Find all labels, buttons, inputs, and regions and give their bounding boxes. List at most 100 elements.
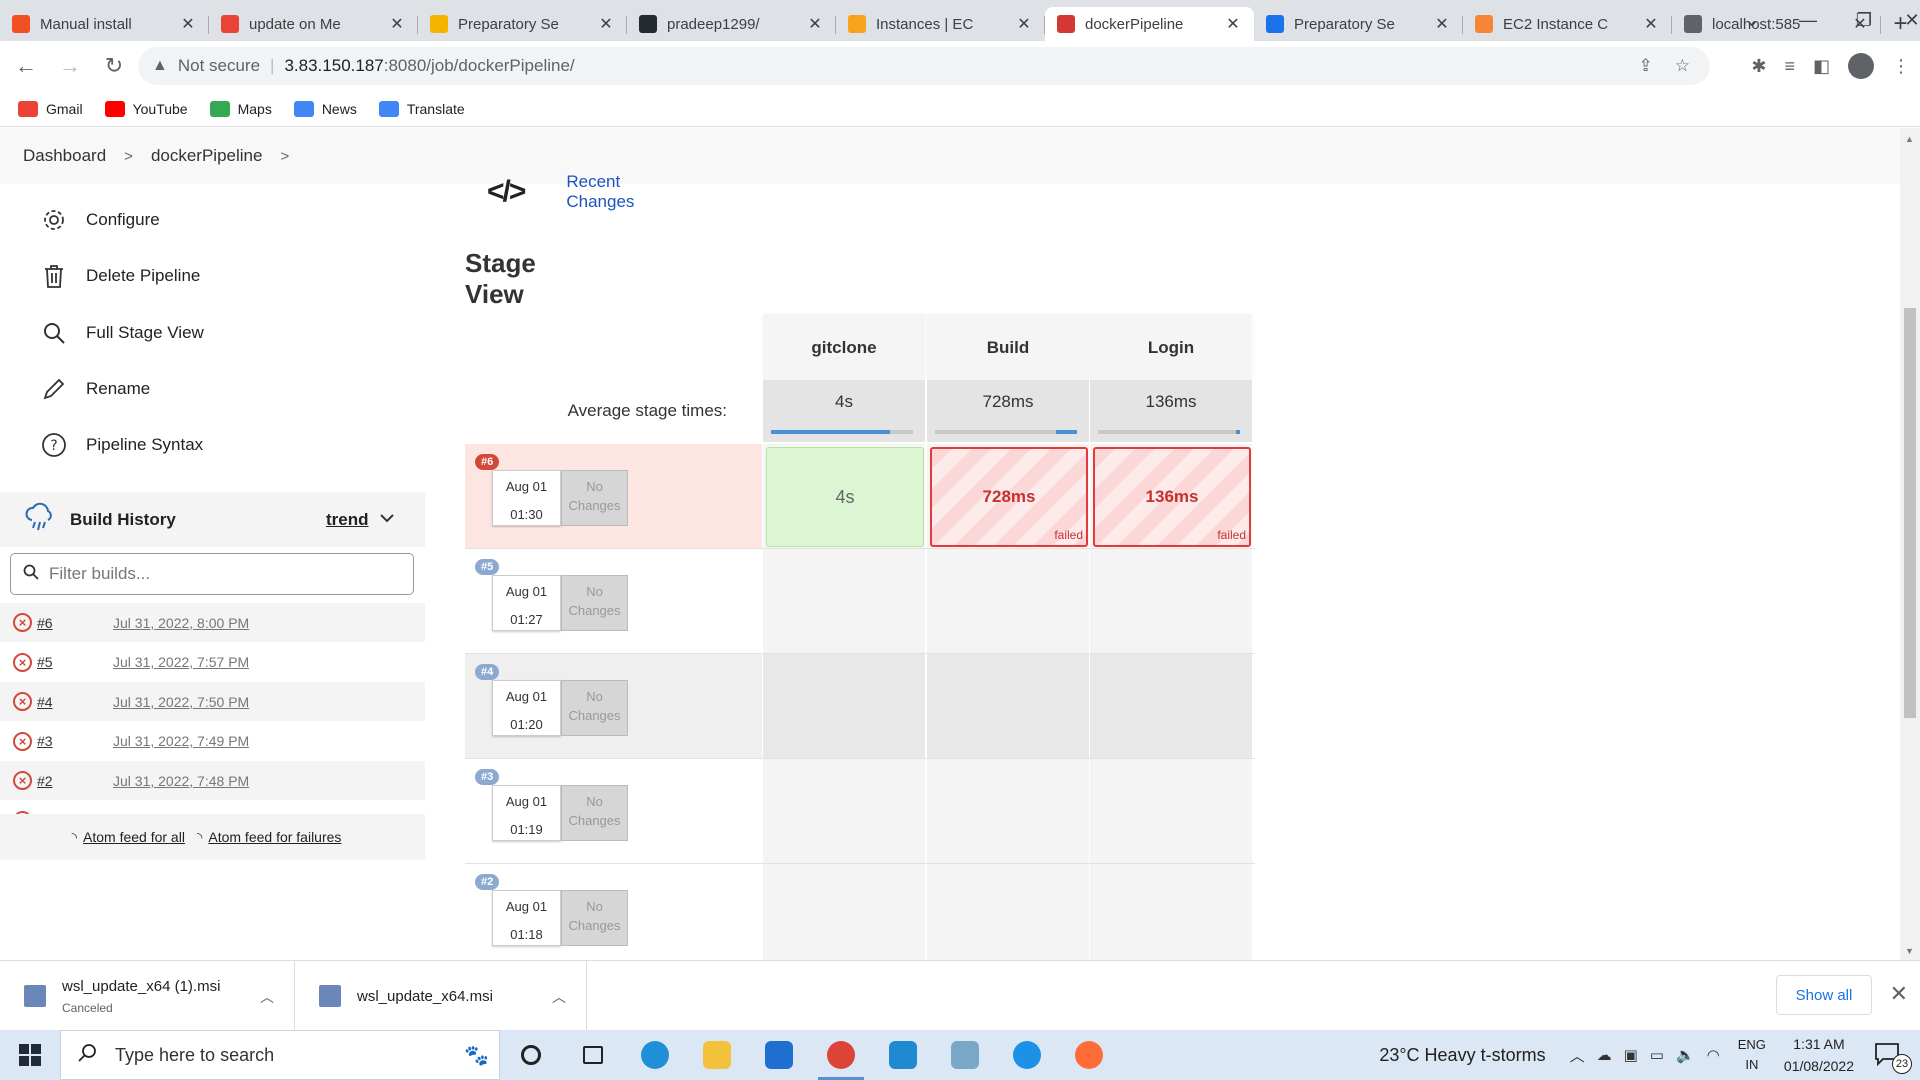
extensions-icon[interactable]: ✱ bbox=[1751, 56, 1766, 77]
chevron-right-icon[interactable]: > bbox=[280, 148, 289, 165]
weather-widget[interactable]: 23°C Heavy t-storms bbox=[1379, 1045, 1545, 1066]
reload-button[interactable]: ↻ bbox=[96, 48, 132, 84]
task-view-circle-icon[interactable] bbox=[500, 1030, 562, 1080]
media-control-icon[interactable]: ≡ bbox=[1784, 56, 1795, 77]
close-window-button[interactable]: ✕ bbox=[1884, 0, 1920, 41]
browser-tab[interactable]: Preparatory Se ✕ bbox=[418, 7, 627, 41]
notepad-icon[interactable] bbox=[934, 1030, 996, 1080]
chrome-icon[interactable] bbox=[810, 1030, 872, 1080]
clock[interactable]: 1:31 AM 01/08/2022 bbox=[1784, 1033, 1854, 1077]
chevron-up-icon[interactable]: ︿ bbox=[260, 987, 274, 1007]
back-button[interactable]: ← bbox=[8, 48, 44, 84]
build-number-link[interactable]: #4 bbox=[37, 694, 53, 710]
build-number-link[interactable]: #5 bbox=[37, 654, 53, 670]
recent-changes-link[interactable]: Recent Changes bbox=[566, 172, 634, 212]
chevron-up-icon[interactable]: ︿ bbox=[1570, 1045, 1585, 1066]
browser-tab[interactable]: Manual install ✕ bbox=[0, 7, 209, 41]
task-view-icon[interactable] bbox=[562, 1030, 624, 1080]
browser-tab[interactable]: dockerPipeline ✕ bbox=[1045, 7, 1254, 41]
run-number-badge[interactable]: #2 bbox=[475, 874, 500, 890]
share-icon[interactable]: ⇪ bbox=[1639, 56, 1653, 76]
run-date-box[interactable]: Aug 01 01:19 bbox=[492, 785, 561, 841]
close-tab-icon[interactable]: ✕ bbox=[1642, 14, 1660, 34]
breadcrumb-dashboard[interactable]: Dashboard bbox=[23, 146, 106, 166]
stage-cell-success[interactable]: 4s bbox=[766, 447, 924, 547]
browser-tab[interactable]: EC2 Instance C ✕ bbox=[1463, 7, 1672, 41]
task-configure[interactable]: Configure bbox=[40, 206, 160, 234]
task-rename[interactable]: Rename bbox=[40, 375, 150, 403]
browser-tab[interactable]: update on Me ✕ bbox=[209, 7, 418, 41]
build-number-link[interactable]: #2 bbox=[37, 773, 53, 789]
breadcrumb-job[interactable]: dockerPipeline bbox=[151, 146, 263, 166]
bookmark-maps[interactable]: Maps bbox=[209, 100, 272, 117]
chevron-up-icon[interactable]: ︿ bbox=[552, 987, 566, 1007]
vscode-icon[interactable] bbox=[872, 1030, 934, 1080]
run-number-badge[interactable]: #4 bbox=[475, 664, 500, 680]
run-date-box[interactable]: Aug 01 01:18 bbox=[492, 890, 561, 946]
close-icon[interactable]: ✕ bbox=[1890, 981, 1908, 1007]
stage-cell-failed[interactable]: 728ms failed bbox=[930, 447, 1088, 547]
scrollbar-thumb[interactable] bbox=[1904, 308, 1916, 718]
volume-icon[interactable]: 🔈 bbox=[1676, 1046, 1695, 1064]
menu-icon[interactable]: ⋮ bbox=[1892, 56, 1910, 77]
build-date-link[interactable]: Jul 31, 2022, 7:57 PM bbox=[113, 654, 249, 670]
build-number-link[interactable]: #3 bbox=[37, 733, 53, 749]
wifi-icon[interactable]: ◠ bbox=[1707, 1046, 1720, 1064]
onedrive-icon[interactable]: ☁ bbox=[1597, 1046, 1612, 1064]
atom-feed-all-link[interactable]: Atom feed for all bbox=[83, 829, 185, 845]
scroll-down-icon[interactable]: ▼ bbox=[1905, 946, 1914, 956]
taskbar-search-input[interactable]: Type here to search 🐾 bbox=[60, 1030, 500, 1080]
meet-icon[interactable]: ▣ bbox=[1624, 1046, 1638, 1064]
close-tab-icon[interactable]: ✕ bbox=[597, 14, 615, 34]
mail-icon[interactable] bbox=[748, 1030, 810, 1080]
download-item[interactable]: wsl_update_x64 (1).msi Canceled ︿ bbox=[0, 961, 295, 1031]
language-indicator[interactable]: ENG IN bbox=[1738, 1035, 1766, 1075]
bookmark-youtube[interactable]: YouTube bbox=[104, 100, 188, 117]
page-scrollbar[interactable]: ▲ ▼ bbox=[1900, 128, 1920, 960]
chevron-down-icon[interactable] bbox=[380, 510, 394, 528]
docker-icon[interactable] bbox=[996, 1030, 1058, 1080]
browser-tab[interactable]: Preparatory Se ✕ bbox=[1254, 7, 1463, 41]
run-number-badge[interactable]: #3 bbox=[475, 769, 500, 785]
scroll-up-icon[interactable]: ▲ bbox=[1905, 134, 1914, 144]
atom-feed-failures-link[interactable]: Atom feed for failures bbox=[208, 829, 341, 845]
trend-link[interactable]: trend bbox=[326, 510, 369, 530]
notification-center-icon[interactable]: 23 bbox=[1872, 1038, 1912, 1074]
bookmark-star-icon[interactable]: ☆ bbox=[1675, 56, 1690, 76]
edge-icon[interactable] bbox=[624, 1030, 686, 1080]
bookmark-news[interactable]: News bbox=[293, 100, 357, 117]
close-tab-icon[interactable]: ✕ bbox=[1433, 14, 1451, 34]
run-date-box[interactable]: Aug 01 01:20 bbox=[492, 680, 561, 736]
show-all-button[interactable]: Show all bbox=[1776, 975, 1872, 1015]
profile-avatar[interactable] bbox=[1848, 53, 1874, 79]
run-number-badge[interactable]: #5 bbox=[475, 559, 500, 575]
close-tab-icon[interactable]: ✕ bbox=[1224, 14, 1242, 34]
browser-tab[interactable]: pradeep1299/ ✕ bbox=[627, 7, 836, 41]
run-number-badge[interactable]: #6 bbox=[475, 454, 500, 470]
build-date-link[interactable]: Jul 31, 2022, 8:00 PM bbox=[113, 615, 249, 631]
close-tab-icon[interactable]: ✕ bbox=[1015, 14, 1033, 34]
task-delete-pipeline[interactable]: Delete Pipeline bbox=[40, 262, 200, 290]
side-panel-icon[interactable]: ◧ bbox=[1813, 56, 1830, 77]
battery-icon[interactable]: ▭ bbox=[1650, 1046, 1664, 1064]
bookmark-translate[interactable]: Translate bbox=[378, 100, 465, 117]
build-date-link[interactable]: Jul 31, 2022, 7:50 PM bbox=[113, 694, 249, 710]
task-pipeline-syntax[interactable]: ? Pipeline Syntax bbox=[40, 431, 203, 459]
build-date-link[interactable]: Jul 31, 2022, 7:49 PM bbox=[113, 733, 249, 749]
tab-search-icon[interactable]: ⌄ bbox=[1724, 0, 1780, 41]
close-tab-icon[interactable]: ✕ bbox=[806, 14, 824, 34]
run-date-box[interactable]: Aug 01 01:27 bbox=[492, 575, 561, 631]
file-explorer-icon[interactable] bbox=[686, 1030, 748, 1080]
close-tab-icon[interactable]: ✕ bbox=[179, 14, 197, 34]
build-number-link[interactable]: #6 bbox=[37, 615, 53, 631]
bookmark-gmail[interactable]: Gmail bbox=[18, 100, 83, 117]
filter-builds-input[interactable]: Filter builds... bbox=[10, 553, 414, 595]
windows-start-button[interactable] bbox=[0, 1030, 60, 1080]
minimize-button[interactable]: — bbox=[1780, 0, 1836, 41]
build-date-link[interactable]: Jul 31, 2022, 7:48 PM bbox=[113, 773, 249, 789]
run-date-box[interactable]: Aug 01 01:30 bbox=[492, 470, 561, 526]
close-tab-icon[interactable]: ✕ bbox=[388, 14, 406, 34]
postman-icon[interactable] bbox=[1058, 1030, 1120, 1080]
forward-button[interactable]: → bbox=[52, 48, 88, 84]
task-full-stage-view[interactable]: Full Stage View bbox=[40, 319, 204, 347]
